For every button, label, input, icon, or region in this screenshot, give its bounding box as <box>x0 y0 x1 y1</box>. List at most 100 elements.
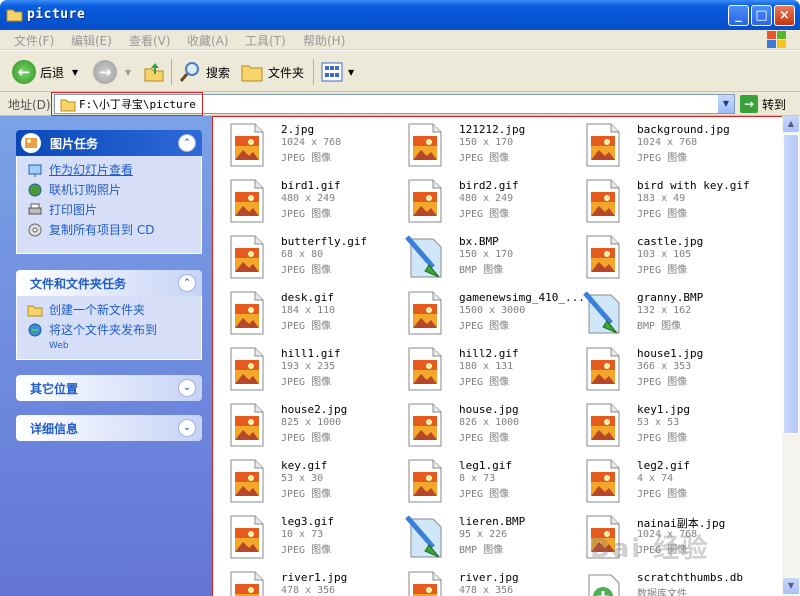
file-folder-tasks-panel: 文件和文件夹任务 ⌃ 创建一个新文件夹 将这个文件夹发布到 Web <box>16 270 202 360</box>
file-item[interactable]: hill1.gif 193 x 235 JPEG 图像 <box>223 345 393 397</box>
menu-bar: 文件(F) 编辑(E) 查看(V) 收藏(A) 工具(T) 帮助(H) <box>0 30 800 50</box>
panel-title: 文件和文件夹任务 <box>30 276 127 291</box>
forward-button[interactable]: → ▼ <box>93 57 131 87</box>
maximize-button[interactable]: □ <box>751 5 772 26</box>
print-pictures-task[interactable]: 打印图片 <box>27 202 191 218</box>
close-button[interactable]: × <box>774 5 795 26</box>
panel-body: 作为幻灯片查看 联机订购照片 打印图片 复制所有项目到 CD <box>16 156 202 254</box>
file-name: bx.BMP <box>459 235 499 248</box>
file-dimensions: 95 x 226 <box>459 529 508 540</box>
database-icon <box>588 574 620 596</box>
file-item[interactable]: background.jpg 1024 x 768 JPEG 图像 <box>579 121 749 173</box>
file-item[interactable]: leg1.gif 8 x 73 JPEG 图像 <box>401 457 571 509</box>
file-item[interactable]: bird with key.gif 183 x 49 JPEG 图像 <box>579 177 750 229</box>
file-item[interactable]: granny.BMP 132 x 162 BMP 图像 <box>579 289 749 341</box>
file-item[interactable]: hill2.gif 180 x 131 JPEG 图像 <box>401 345 571 397</box>
file-item[interactable]: bird2.gif 480 x 249 JPEG 图像 <box>401 177 571 229</box>
copy-to-cd-task[interactable]: 复制所有项目到 CD <box>27 222 191 238</box>
menu-view[interactable]: 查看(V) <box>129 32 171 49</box>
scroll-thumb[interactable] <box>783 134 799 434</box>
collapse-icon[interactable]: ⌃ <box>178 134 196 152</box>
jpeg-image-icon <box>408 459 442 503</box>
search-button[interactable]: 搜索 <box>178 57 230 87</box>
menu-favorites[interactable]: 收藏(A) <box>187 32 229 49</box>
file-item[interactable]: desk.gif 184 x 110 JPEG 图像 <box>223 289 393 341</box>
file-item[interactable]: leg3.gif 10 x 73 JPEG 图像 <box>223 513 393 565</box>
file-folder-tasks-header[interactable]: 文件和文件夹任务 ⌃ <box>16 270 202 296</box>
new-folder-task[interactable]: 创建一个新文件夹 <box>27 302 191 318</box>
dropdown-icon[interactable]: ▼ <box>348 68 354 77</box>
file-item[interactable]: key.gif 53 x 30 JPEG 图像 <box>223 457 393 509</box>
slideshow-icon <box>28 164 42 177</box>
scroll-down-button[interactable]: ▼ <box>783 578 799 594</box>
file-type: JPEG 图像 <box>637 377 688 388</box>
file-name: castle.jpg <box>637 235 704 248</box>
dropdown-icon[interactable]: ▼ <box>125 68 131 77</box>
expand-icon[interactable]: ⌄ <box>178 419 196 437</box>
details-header[interactable]: 详细信息 ⌄ <box>16 415 202 441</box>
address-dropdown-button[interactable]: ▼ <box>718 95 734 113</box>
back-button[interactable]: ← 后退 ▼ <box>12 57 78 87</box>
other-places-header[interactable]: 其它位置 ⌄ <box>16 375 202 401</box>
file-item[interactable]: bird1.gif 480 x 249 JPEG 图像 <box>223 177 393 229</box>
file-item[interactable]: gamenewsimg_410_... 1500 x 3000 JPEG 图像 <box>401 289 585 341</box>
jpeg-image-icon <box>230 235 264 279</box>
file-item[interactable]: house.jpg 826 x 1000 JPEG 图像 <box>401 401 571 453</box>
slideshow-task[interactable]: 作为幻灯片查看 <box>27 162 191 178</box>
file-item[interactable]: scratchthumbs.db 数据库文件 <box>579 569 749 596</box>
expand-icon[interactable]: ⌄ <box>178 379 196 397</box>
new-folder-icon <box>27 305 43 317</box>
file-type: JPEG 图像 <box>637 433 688 444</box>
up-folder-button[interactable] <box>142 57 166 87</box>
file-item[interactable]: castle.jpg 103 x 105 JPEG 图像 <box>579 233 749 285</box>
file-name: bird2.gif <box>459 179 519 192</box>
jpeg-image-icon <box>230 515 264 559</box>
order-prints-task[interactable]: 联机订购照片 <box>27 182 191 198</box>
file-item[interactable]: leg2.gif 4 x 74 JPEG 图像 <box>579 457 749 509</box>
file-dimensions: 193 x 235 <box>281 361 336 372</box>
menu-edit[interactable]: 编辑(E) <box>71 32 112 49</box>
windows-logo-icon <box>767 31 786 48</box>
file-item[interactable]: 121212.jpg 150 x 170 JPEG 图像 <box>401 121 571 173</box>
file-item[interactable]: house2.jpg 825 x 1000 JPEG 图像 <box>223 401 393 453</box>
scroll-up-button[interactable]: ▲ <box>783 116 799 132</box>
folders-button[interactable]: 文件夹 <box>240 57 304 87</box>
picture-tasks-header[interactable]: 图片任务 ⌃ <box>16 130 202 156</box>
jpeg-image-icon <box>230 123 264 167</box>
vertical-scrollbar[interactable]: ▲ ▼ <box>782 116 800 596</box>
file-dimensions: 480 x 249 <box>459 193 514 204</box>
folders-icon <box>241 65 263 82</box>
menu-tools[interactable]: 工具(T) <box>245 32 286 49</box>
file-item[interactable]: lieren.BMP 95 x 226 BMP 图像 <box>401 513 571 565</box>
file-name: bird1.gif <box>281 179 341 192</box>
file-type: JPEG 图像 <box>281 433 332 444</box>
jpeg-image-icon <box>586 179 620 223</box>
file-name: key.gif <box>281 459 328 472</box>
go-button[interactable]: → 转到 <box>740 95 786 113</box>
file-item[interactable]: river.jpg 478 x 356 <box>401 569 571 596</box>
file-item[interactable]: river1.jpg 478 x 356 <box>223 569 393 596</box>
file-item[interactable]: house1.jpg 366 x 353 JPEG 图像 <box>579 345 749 397</box>
menu-help[interactable]: 帮助(H) <box>303 32 345 49</box>
file-dimensions: 825 x 1000 <box>281 417 342 428</box>
menu-file[interactable]: 文件(F) <box>14 32 54 49</box>
jpeg-image-icon <box>230 347 264 391</box>
file-item[interactable]: bx.BMP 150 x 170 BMP 图像 <box>401 233 571 285</box>
jpeg-image-icon <box>586 235 620 279</box>
search-label: 搜索 <box>206 65 231 80</box>
collapse-icon[interactable]: ⌃ <box>178 274 196 292</box>
panel-title: 图片任务 <box>50 136 99 151</box>
file-item[interactable]: key1.jpg 53 x 53 JPEG 图像 <box>579 401 749 453</box>
file-item[interactable]: butterfly.gif 68 x 80 JPEG 图像 <box>223 233 393 285</box>
dropdown-icon[interactable]: ▼ <box>72 68 78 77</box>
file-dimensions: 10 x 73 <box>281 529 324 540</box>
publish-web-task[interactable]: 将这个文件夹发布到 Web <box>27 322 191 354</box>
minimize-button[interactable]: _ <box>728 5 749 26</box>
file-name: house1.jpg <box>637 347 704 360</box>
file-dimensions: 826 x 1000 <box>459 417 520 428</box>
file-item[interactable]: 2.jpg 1024 x 768 JPEG 图像 <box>223 121 393 173</box>
file-dimensions: 184 x 110 <box>281 305 336 316</box>
views-button[interactable]: ▼ <box>320 57 354 87</box>
title-bar: picture _ □ × <box>0 0 800 30</box>
window-title: picture <box>27 7 86 22</box>
